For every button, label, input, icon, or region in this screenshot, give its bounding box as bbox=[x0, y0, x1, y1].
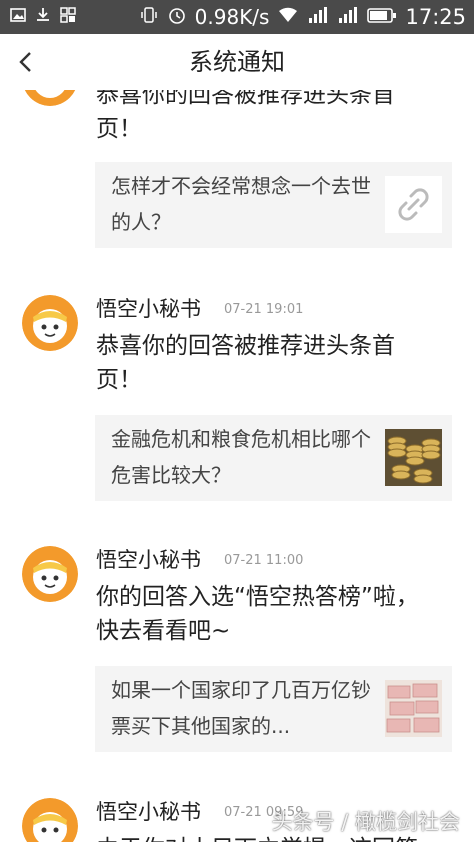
sender-name: 悟空小秘书 bbox=[96, 297, 201, 321]
message-body: 恭喜你的回答被推荐进头条首页！ bbox=[96, 333, 395, 393]
question-title: 怎样才不会经常想念一个去世的人？ bbox=[111, 174, 371, 234]
avatar[interactable] bbox=[22, 798, 78, 842]
link-thumbnail bbox=[385, 176, 442, 233]
message-body: 你的回答入选“悟空热答榜”啦，快去看看吧~ bbox=[96, 584, 419, 644]
vibrate-icon bbox=[139, 5, 159, 29]
banknotes-photo bbox=[385, 680, 442, 737]
question-title: 金融危机和粮食危机相比哪个危害比较大？ bbox=[111, 427, 371, 487]
question-card[interactable]: 金融危机和粮食危机相比哪个危害比较大？ bbox=[95, 415, 452, 501]
link-icon bbox=[398, 188, 429, 221]
image-icon bbox=[10, 7, 26, 23]
sender-name: 悟空小秘书 bbox=[96, 548, 201, 572]
wifi-icon bbox=[277, 5, 299, 29]
app-grid-icon bbox=[60, 7, 76, 23]
status-bar: 0.98K/s 17:25 bbox=[0, 0, 474, 34]
signal-icon bbox=[307, 5, 329, 29]
nav-header: 系统通知 bbox=[0, 34, 474, 90]
clock: 17:25 bbox=[405, 5, 466, 29]
timestamp: 07-21 19:01 bbox=[224, 302, 304, 317]
banknotes-thumbnail bbox=[385, 680, 442, 737]
notification-list[interactable]: 恭喜你的回答被推荐进头条首页！ 怎样才不会经常想念一个去世的人？ 悟空小秘书 0… bbox=[0, 90, 474, 842]
alarm-icon bbox=[167, 5, 187, 29]
network-speed: 0.98K/s bbox=[194, 5, 270, 29]
page-title: 系统通知 bbox=[189, 48, 285, 76]
sender-name: 悟空小秘书 bbox=[96, 800, 201, 824]
avatar[interactable] bbox=[22, 295, 78, 351]
avatar[interactable] bbox=[22, 546, 78, 602]
question-title: 如果一个国家印了几百万亿钞票买下其他国家的... bbox=[111, 678, 371, 738]
question-card[interactable]: 如果一个国家印了几百万亿钞票买下其他国家的... bbox=[95, 666, 452, 752]
question-card[interactable]: 怎样才不会经常想念一个去世的人？ bbox=[95, 162, 452, 248]
download-icon bbox=[35, 7, 51, 23]
timestamp: 07-21 11:00 bbox=[224, 553, 304, 568]
coins-thumbnail bbox=[385, 429, 442, 486]
battery-icon bbox=[367, 5, 397, 29]
coins-photo bbox=[385, 429, 442, 486]
avatar[interactable] bbox=[22, 90, 78, 106]
watermark: 头条号 / 橄榄剑社会 bbox=[271, 810, 460, 834]
system-indicators: 0.98K/s 17:25 bbox=[139, 3, 466, 31]
message-body: 恭喜你的回答被推荐进头条首页！ bbox=[96, 90, 395, 142]
notification-icons bbox=[10, 7, 76, 23]
signal-4g-icon bbox=[337, 5, 359, 29]
